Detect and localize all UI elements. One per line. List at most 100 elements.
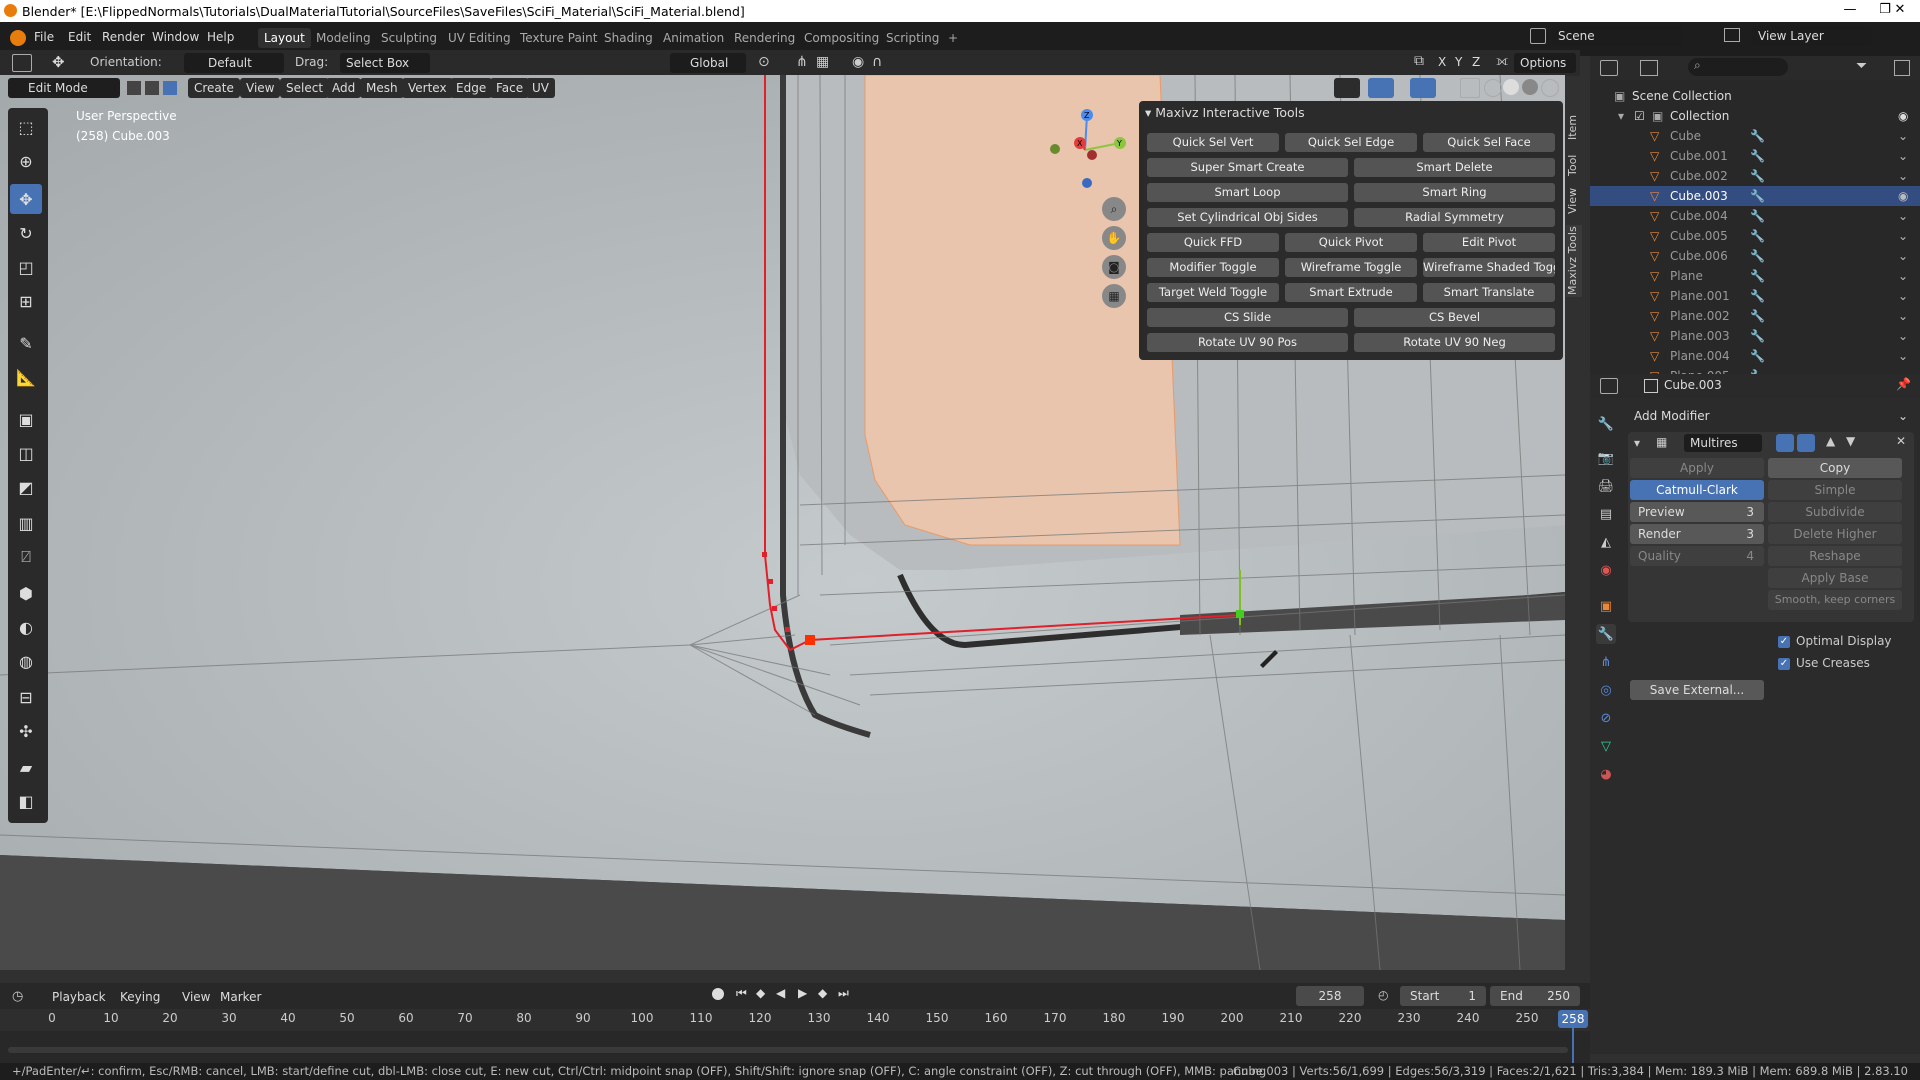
tab-layout[interactable]: Layout bbox=[258, 28, 311, 48]
shear-tool-icon[interactable]: ▰ bbox=[10, 752, 42, 782]
annotate-tool-icon[interactable]: ✎ bbox=[10, 328, 42, 358]
visibility-eye-icon[interactable]: ⌄ bbox=[1898, 246, 1908, 266]
maxivz-quick-ffd-button[interactable]: Quick FFD bbox=[1147, 233, 1279, 252]
side-tab-item[interactable]: Item bbox=[1566, 112, 1582, 142]
display-mode-icon[interactable] bbox=[1640, 60, 1658, 76]
quality-field[interactable]: Quality 4 bbox=[1630, 546, 1764, 566]
transform-orientation-dropdown[interactable]: Global bbox=[670, 53, 746, 73]
add-workspace-button[interactable]: + bbox=[942, 28, 964, 48]
tool-props-icon[interactable]: 🔧 bbox=[1596, 414, 1616, 434]
maxivz-set-cylindrical-obj-sides-button[interactable]: Set Cylindrical Obj Sides bbox=[1147, 208, 1348, 227]
modifier-icon[interactable]: 🔧 bbox=[1750, 206, 1765, 226]
end-frame-field[interactable]: End 250 bbox=[1490, 986, 1580, 1006]
visibility-eye-icon[interactable]: ⌄ bbox=[1898, 346, 1908, 366]
pin-icon[interactable]: 📌 bbox=[1896, 377, 1911, 391]
overlay-toggle-icon[interactable] bbox=[1410, 78, 1436, 98]
menu-mesh[interactable]: Mesh bbox=[360, 78, 404, 98]
add-modifier-dropdown[interactable]: Add Modifier ⌄ bbox=[1628, 406, 1914, 426]
menu-create[interactable]: Create bbox=[188, 78, 240, 98]
visibility-eye-icon[interactable]: ◉ bbox=[1898, 186, 1908, 206]
snap-icon[interactable]: ⋔ bbox=[796, 54, 808, 70]
play-reverse-icon[interactable]: ◀ bbox=[776, 986, 785, 1000]
copy-button[interactable]: Copy bbox=[1768, 458, 1902, 478]
modifier-icon[interactable]: 🔧 bbox=[1750, 266, 1765, 286]
tab-sculpting[interactable]: Sculpting bbox=[375, 28, 443, 48]
expand-arrow-icon[interactable]: ▾ bbox=[1618, 106, 1624, 126]
visibility-eye-icon[interactable]: ⌄ bbox=[1898, 266, 1908, 286]
axis-y-toggle[interactable]: Y bbox=[1455, 55, 1462, 69]
output-props-icon[interactable]: 🖨 bbox=[1596, 476, 1616, 496]
menu-marker[interactable]: Marker bbox=[214, 987, 267, 1007]
cursor-tool-icon[interactable]: ⊕ bbox=[10, 146, 42, 176]
playhead-frame[interactable]: 258 bbox=[1558, 1010, 1588, 1028]
menu-window[interactable]: Window bbox=[152, 30, 199, 44]
pivot-point-icon[interactable]: ⊙ bbox=[758, 54, 770, 70]
tab-rendering[interactable]: Rendering bbox=[728, 28, 801, 48]
visibility-eye-icon[interactable]: ⌄ bbox=[1898, 166, 1908, 186]
filter-icon-btn[interactable]: ⏷ bbox=[1856, 58, 1867, 74]
outliner-editor-icon[interactable] bbox=[1600, 60, 1618, 76]
properties-editor-icon[interactable] bbox=[1600, 378, 1618, 394]
outliner-item[interactable]: ▽ Cube.003 🔧 ◉ bbox=[1590, 186, 1920, 206]
outliner-item[interactable]: ▽ Plane.001 🔧 ⌄ bbox=[1590, 286, 1920, 306]
solid-shading-icon[interactable] bbox=[1503, 79, 1519, 95]
maxivz-smart-delete-button[interactable]: Smart Delete bbox=[1354, 158, 1555, 177]
apply-base-button[interactable]: Apply Base bbox=[1768, 568, 1902, 588]
maxivz-target-weld-toggle-button[interactable]: Target Weld Toggle bbox=[1147, 283, 1279, 302]
menu-render[interactable]: Render bbox=[102, 30, 145, 44]
measure-tool-icon[interactable]: 📐 bbox=[10, 362, 42, 392]
modifier-expand-icon[interactable]: ▾ bbox=[1634, 436, 1640, 450]
material-props-icon[interactable]: ◕ bbox=[1596, 764, 1616, 784]
outliner-item[interactable]: ▽ Cube.004 🔧 ⌄ bbox=[1590, 206, 1920, 226]
maxivz-cs-slide-button[interactable]: CS Slide bbox=[1147, 308, 1348, 327]
current-frame-field[interactable]: 258 bbox=[1296, 986, 1364, 1006]
render-toggle-icon[interactable] bbox=[1776, 434, 1794, 452]
editor-type-icon[interactable] bbox=[12, 54, 32, 72]
side-tab-view[interactable]: View bbox=[1566, 186, 1582, 216]
move-up-icon[interactable]: ▲ bbox=[1826, 434, 1835, 448]
maxivz-smart-loop-button[interactable]: Smart Loop bbox=[1147, 183, 1348, 202]
tab-animation[interactable]: Animation bbox=[657, 28, 730, 48]
scale-tool-icon[interactable]: ◰ bbox=[10, 252, 42, 282]
modifier-icon[interactable]: 🔧 bbox=[1750, 146, 1765, 166]
world-props-icon[interactable]: ◉ bbox=[1596, 560, 1616, 580]
simple-button[interactable]: Simple bbox=[1768, 480, 1902, 500]
visibility-eye-icon[interactable]: ⌄ bbox=[1898, 126, 1908, 146]
outliner-item[interactable]: ▽ Cube.002 🔧 ⌄ bbox=[1590, 166, 1920, 186]
save-external-button[interactable]: Save External... bbox=[1630, 680, 1764, 700]
falloff-icon[interactable]: ∩ bbox=[872, 54, 882, 70]
outliner-item[interactable]: ▽ Cube.001 🔧 ⌄ bbox=[1590, 146, 1920, 166]
minimize-button[interactable]: — bbox=[1830, 2, 1870, 17]
menu-file[interactable]: File bbox=[34, 30, 54, 44]
edge-select-icon[interactable] bbox=[144, 80, 160, 96]
maxivz-super-smart-create-button[interactable]: Super Smart Create bbox=[1147, 158, 1348, 177]
maxivz-radial-symmetry-button[interactable]: Radial Symmetry bbox=[1354, 208, 1555, 227]
remove-modifier-icon[interactable]: ✕ bbox=[1896, 434, 1906, 448]
gizmo-toggle-icon[interactable] bbox=[1368, 78, 1394, 98]
xray-icon[interactable] bbox=[1460, 78, 1480, 98]
rendered-shading-icon[interactable] bbox=[1541, 79, 1559, 97]
prev-keyframe-icon[interactable]: ◆ bbox=[756, 986, 765, 1000]
face-select-icon[interactable] bbox=[162, 80, 178, 96]
scene-selector[interactable]: Scene bbox=[1552, 26, 1682, 46]
proportional-edit-icon[interactable]: ◉ bbox=[852, 54, 864, 70]
jump-end-icon[interactable]: ⏭ bbox=[838, 986, 849, 1001]
menu-edge[interactable]: Edge bbox=[450, 78, 493, 98]
maxivz-cs-bevel-button[interactable]: CS Bevel bbox=[1354, 308, 1555, 327]
menu-view[interactable]: View bbox=[240, 78, 281, 98]
edge-slide-tool-icon[interactable]: ⊟ bbox=[10, 682, 42, 712]
maxivz-modifier-toggle-button[interactable]: Modifier Toggle bbox=[1147, 258, 1279, 277]
visibility-eye-icon[interactable]: ⌄ bbox=[1898, 306, 1908, 326]
spin-tool-icon[interactable]: ◐ bbox=[10, 612, 42, 642]
menu-timeline-view[interactable]: View bbox=[176, 987, 216, 1007]
navigation-gizmo[interactable]: Z Y X bbox=[1040, 105, 1130, 195]
outliner-collection[interactable]: ▾ ☑ ▣ Collection ◉ bbox=[1590, 106, 1920, 126]
pan-hand-icon[interactable]: ✋ bbox=[1102, 226, 1126, 250]
delete-higher-button[interactable]: Delete Higher bbox=[1768, 524, 1902, 544]
side-tab-maxivz[interactable]: Maxivz Tools bbox=[1566, 225, 1582, 297]
particles-props-icon[interactable]: ⋔ bbox=[1596, 652, 1616, 672]
view-layer-icon[interactable] bbox=[1724, 28, 1740, 42]
menu-vertex[interactable]: Vertex bbox=[402, 78, 453, 98]
bevel-tool-icon[interactable]: ◩ bbox=[10, 472, 42, 502]
poly-build-tool-icon[interactable]: ⬢ bbox=[10, 578, 42, 608]
